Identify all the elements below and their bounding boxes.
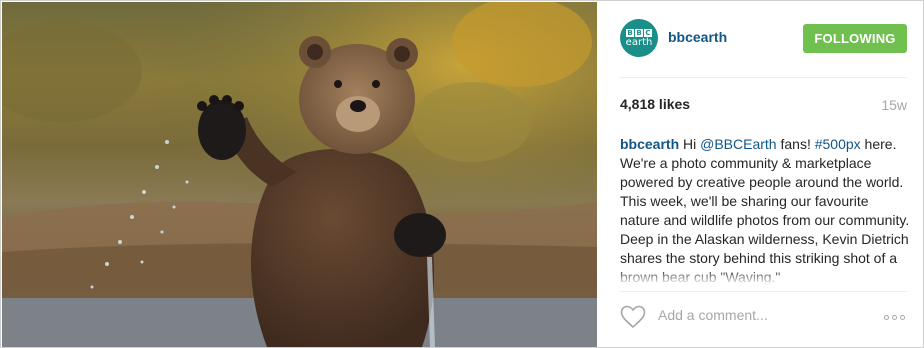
header-divider	[620, 77, 907, 78]
add-comment-input[interactable]: Add a comment...	[658, 307, 768, 323]
instagram-post: B B C earth bbcearth FOLLOWING 4,818 lik…	[0, 0, 924, 348]
mention-link[interactable]: @BBCEarth	[700, 136, 776, 152]
caption-text: fans!	[776, 136, 815, 152]
logo-earth-text: earth	[625, 36, 653, 48]
following-button[interactable]: FOLLOWING	[803, 24, 907, 53]
post-photo[interactable]	[2, 2, 597, 347]
logo-letter: B	[626, 28, 634, 37]
caption-fade	[620, 269, 910, 285]
dot	[884, 315, 889, 320]
heart-icon[interactable]	[620, 305, 646, 329]
dot	[900, 315, 905, 320]
bear-photo-illustration	[2, 2, 597, 347]
post-sidebar: B B C earth bbcearth FOLLOWING 4,818 lik…	[598, 2, 924, 348]
likes-count[interactable]: 4,818 likes	[620, 96, 690, 112]
hashtag-link[interactable]: #500px	[815, 136, 861, 152]
username-link[interactable]: bbcearth	[668, 29, 727, 45]
post-age[interactable]: 15w	[881, 97, 907, 113]
caption: bbcearth Hi @BBCEarth fans! #500px here.…	[620, 135, 910, 285]
bbc-logo: B B C	[626, 28, 652, 37]
caption-text: Hi	[679, 136, 701, 152]
dot	[892, 315, 897, 320]
more-options-icon[interactable]	[884, 315, 905, 320]
actions-divider	[620, 291, 907, 292]
caption-username-link[interactable]: bbcearth	[620, 136, 679, 152]
avatar[interactable]: B B C earth	[620, 19, 658, 57]
logo-letter: C	[644, 28, 652, 37]
post-header: B B C earth bbcearth FOLLOWING	[598, 2, 924, 77]
logo-letter: B	[635, 28, 643, 37]
